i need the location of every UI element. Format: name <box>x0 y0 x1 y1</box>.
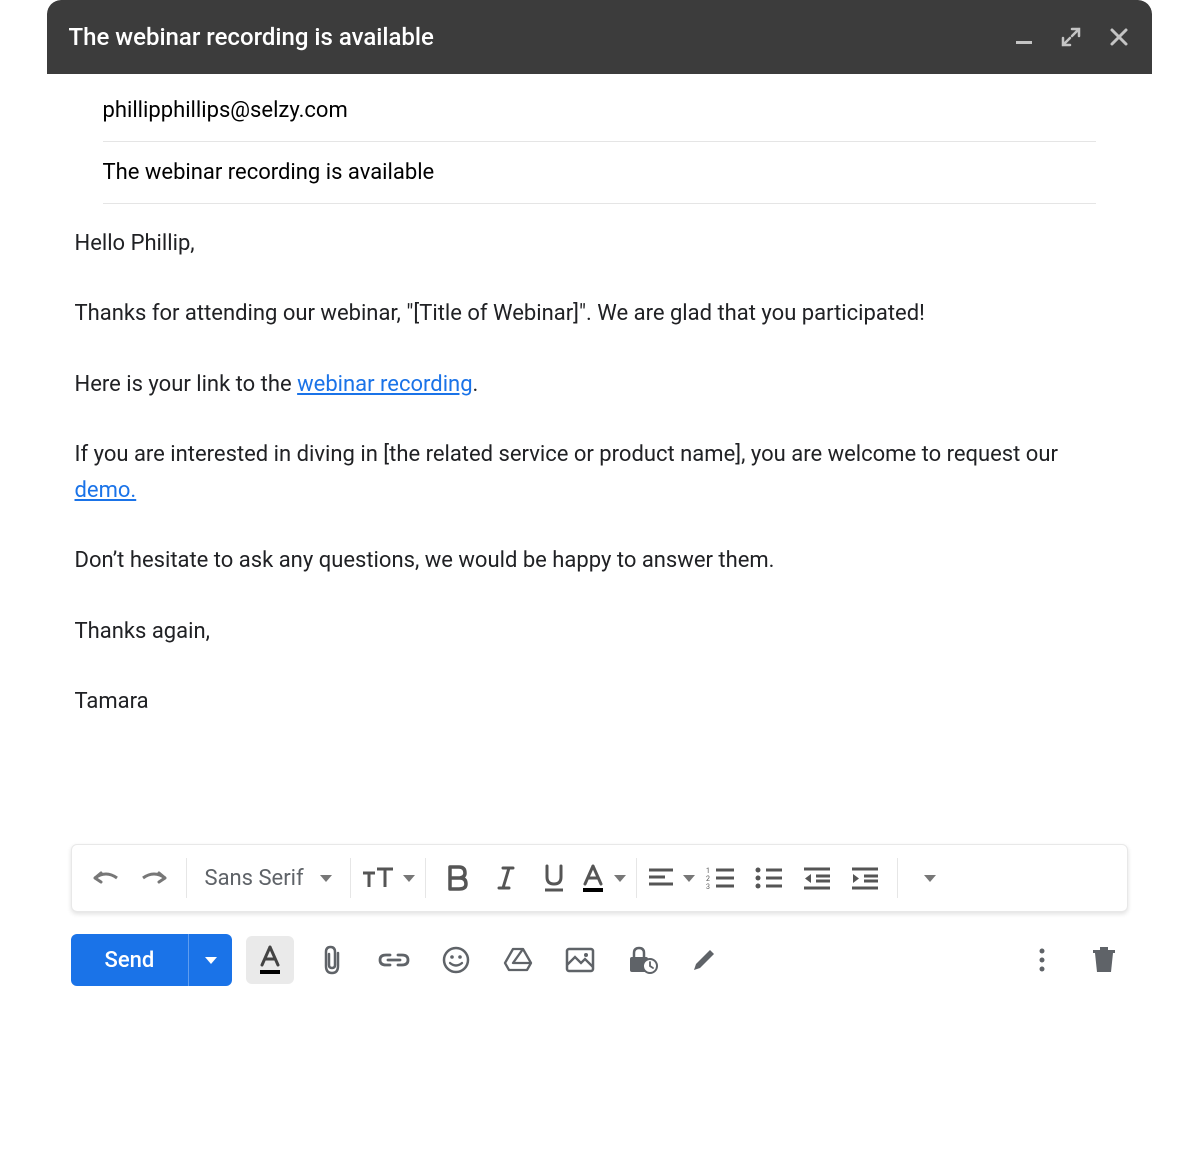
svg-text:3: 3 <box>706 883 710 890</box>
underline-button[interactable] <box>532 856 576 900</box>
toolbar-separator <box>636 858 637 898</box>
svg-text:1: 1 <box>706 867 710 875</box>
indent-more-icon <box>850 866 880 890</box>
body-p1: Thanks for attending our webinar, "[Titl… <box>75 296 1124 332</box>
confidential-mode-button[interactable] <box>618 936 666 984</box>
insert-signature-button[interactable] <box>680 936 728 984</box>
body-p3: If you are interested in diving in [the … <box>75 437 1124 510</box>
bulleted-list-button[interactable] <box>747 856 791 900</box>
numbered-list-icon: 123 <box>706 866 736 890</box>
lock-clock-icon <box>626 945 658 975</box>
bold-icon <box>446 864 470 892</box>
chevron-down-icon <box>683 875 695 882</box>
compose-window: The webinar recording is available phill… <box>47 0 1152 1010</box>
close-icon <box>1108 26 1130 48</box>
text-format-icon <box>256 944 284 976</box>
font-size-dropdown[interactable] <box>361 856 415 900</box>
more-vertical-icon <box>1037 946 1047 974</box>
drive-icon <box>503 946 533 974</box>
undo-icon <box>91 868 121 888</box>
font-family-label: Sans Serif <box>205 866 304 891</box>
formatting-toolbar: Sans Serif 123 <box>71 844 1128 912</box>
minimize-button[interactable] <box>1014 27 1034 47</box>
send-button[interactable]: Send <box>71 934 189 986</box>
body-signature: Tamara <box>75 684 1124 720</box>
indent-less-button[interactable] <box>795 856 839 900</box>
chevron-down-icon <box>614 875 626 882</box>
body-p2-post: . <box>473 372 479 397</box>
more-options-button[interactable] <box>1018 936 1066 984</box>
minimize-icon <box>1014 27 1034 47</box>
toolbar-separator <box>897 858 898 898</box>
subject-field[interactable]: The webinar recording is available <box>103 142 1096 204</box>
insert-drive-button[interactable] <box>494 936 542 984</box>
titlebar: The webinar recording is available <box>47 0 1152 74</box>
chevron-down-icon <box>403 875 415 882</box>
text-color-icon <box>580 863 606 893</box>
link-icon <box>378 950 410 970</box>
to-field[interactable]: phillipphillips@selzy.com <box>103 74 1096 142</box>
redo-button[interactable] <box>132 856 176 900</box>
trash-icon <box>1091 945 1117 975</box>
attach-files-button[interactable] <box>308 936 356 984</box>
send-options-dropdown[interactable] <box>188 934 232 986</box>
fullscreen-button[interactable] <box>1060 26 1082 48</box>
discard-draft-button[interactable] <box>1080 936 1128 984</box>
underline-icon <box>542 863 566 893</box>
window-title: The webinar recording is available <box>69 23 434 51</box>
formatting-options-button[interactable] <box>246 936 294 984</box>
chevron-down-icon <box>924 875 936 882</box>
paperclip-icon <box>319 944 345 976</box>
webinar-recording-link[interactable]: webinar recording <box>297 372 472 397</box>
pen-icon <box>690 946 718 974</box>
more-formatting-button[interactable] <box>908 856 952 900</box>
align-dropdown[interactable] <box>647 856 695 900</box>
font-family-dropdown[interactable]: Sans Serif <box>197 856 340 900</box>
titlebar-actions <box>1014 26 1130 48</box>
toolbar-separator <box>425 858 426 898</box>
demo-link[interactable]: demo. <box>75 478 137 503</box>
emoji-icon <box>441 945 471 975</box>
insert-photo-button[interactable] <box>556 936 604 984</box>
message-body[interactable]: Hello Phillip, Thanks for attending our … <box>47 204 1152 844</box>
italic-button[interactable] <box>484 856 528 900</box>
numbered-list-button[interactable]: 123 <box>699 856 743 900</box>
indent-less-icon <box>802 866 832 890</box>
insert-link-button[interactable] <box>370 936 418 984</box>
undo-button[interactable] <box>84 856 128 900</box>
body-greeting: Hello Phillip, <box>75 226 1124 262</box>
toolbar-separator <box>186 858 187 898</box>
font-size-icon <box>361 865 395 891</box>
redo-icon <box>139 868 169 888</box>
chevron-down-icon <box>205 957 217 964</box>
toolbar-separator <box>350 858 351 898</box>
italic-icon <box>495 864 517 892</box>
text-color-dropdown[interactable] <box>580 856 626 900</box>
indent-more-button[interactable] <box>843 856 887 900</box>
body-p5: Thanks again, <box>75 614 1124 650</box>
body-p4: Don’t hesitate to ask any questions, we … <box>75 543 1124 579</box>
image-icon <box>565 947 595 973</box>
body-p3-pre: If you are interested in diving in [the … <box>75 442 1058 467</box>
insert-emoji-button[interactable] <box>432 936 480 984</box>
send-button-group: Send <box>71 934 233 986</box>
bottom-action-bar: Send <box>47 926 1152 1010</box>
bulleted-list-icon <box>754 866 784 890</box>
close-button[interactable] <box>1108 26 1130 48</box>
body-p2: Here is your link to the webinar recordi… <box>75 367 1124 403</box>
expand-icon <box>1060 26 1082 48</box>
align-left-icon <box>647 866 675 890</box>
chevron-down-icon <box>320 875 332 882</box>
bold-button[interactable] <box>436 856 480 900</box>
body-p2-pre: Here is your link to the <box>75 372 298 397</box>
svg-text:2: 2 <box>706 875 710 883</box>
